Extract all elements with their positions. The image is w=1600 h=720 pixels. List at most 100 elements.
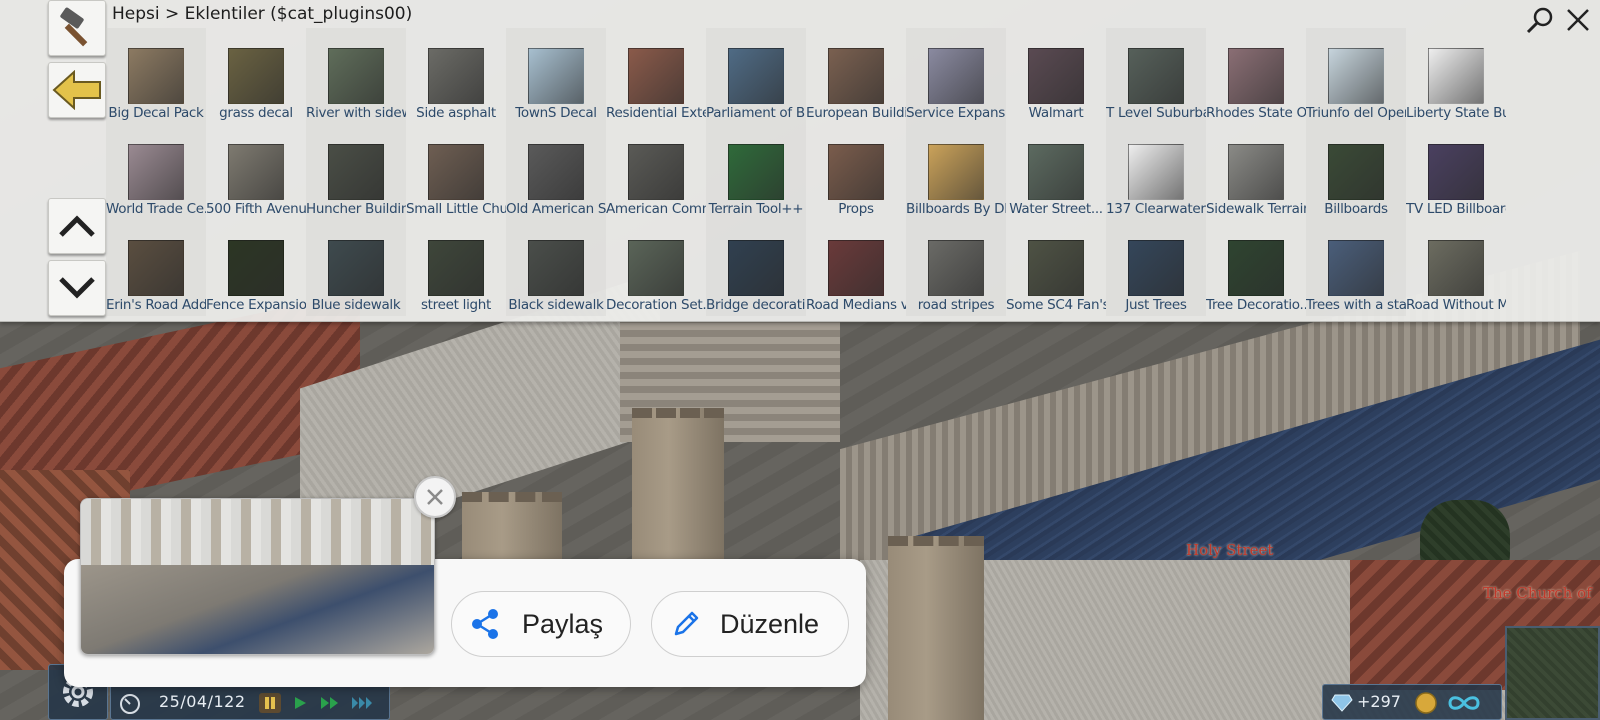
plugin-item[interactable]: European Buildi... <box>806 28 906 124</box>
search-button[interactable] <box>1524 4 1556 36</box>
plugin-thumbnail <box>928 240 984 296</box>
plugin-item[interactable]: Rhodes State Of... <box>1206 28 1306 124</box>
plugin-item[interactable]: street light <box>406 220 506 316</box>
plugin-item[interactable]: Old American Sc... <box>506 124 606 220</box>
plugin-item[interactable]: Trees with a sta... <box>1306 220 1406 316</box>
scroll-down-button[interactable] <box>48 260 106 316</box>
plugin-item[interactable]: road stripes <box>906 220 1006 316</box>
plugin-thumbnail <box>728 48 784 104</box>
plugin-label: Small Little Chur... <box>406 201 506 217</box>
pause-button[interactable] <box>259 693 281 713</box>
plugin-item[interactable]: Bridge decorati... <box>706 220 806 316</box>
plugin-thumbnail <box>328 144 384 200</box>
plugin-item[interactable]: 137 Clearwater S... <box>1106 124 1206 220</box>
plugin-thumbnail <box>1028 240 1084 296</box>
plugin-item[interactable]: Some SC4 Fan's... <box>1006 220 1106 316</box>
plugin-thumbnail <box>928 48 984 104</box>
preview-panel-area <box>81 499 434 565</box>
share-button[interactable]: Paylaş <box>451 591 631 657</box>
plugin-item[interactable]: Fence Expansio... <box>206 220 306 316</box>
edit-button[interactable]: Düzenle <box>651 591 849 657</box>
plugin-row: Big Decal Pack grass decal River with side… <box>106 28 1506 124</box>
plugin-item[interactable]: Big Decal Pack <box>106 28 206 124</box>
plugin-thumbnail <box>1028 144 1084 200</box>
plugin-item[interactable]: Liberty State Bu... <box>1406 28 1506 124</box>
share-button-label: Paylaş <box>522 608 604 639</box>
plugin-item[interactable]: T Level Suburba... <box>1106 28 1206 124</box>
share-icon <box>472 609 498 639</box>
plugin-thumbnail <box>1228 240 1284 296</box>
plugin-item[interactable]: TownS Decal <box>506 28 606 124</box>
game-date: 25/04/122 <box>159 692 246 711</box>
plugin-item[interactable]: 500 Fifth Avenue <box>206 124 306 220</box>
plugin-item[interactable]: grass decal <box>206 28 306 124</box>
plugin-item[interactable]: Erin's Road Addi... <box>106 220 206 316</box>
plugin-item[interactable]: Walmart <box>1006 28 1106 124</box>
plugin-item[interactable]: Just Trees <box>1106 220 1206 316</box>
plugin-item[interactable]: Residential Exte... <box>606 28 706 124</box>
plugin-label: Triunfo del Oper... <box>1306 105 1406 121</box>
plugin-label: Liberty State Bu... <box>1406 105 1506 121</box>
plugin-item[interactable]: Service Expansi... <box>906 28 1006 124</box>
plugin-item[interactable]: Decoration Set... <box>606 220 706 316</box>
plugin-item[interactable]: River with sidew... <box>306 28 406 124</box>
plugin-item[interactable]: American Comm... <box>606 124 706 220</box>
scroll-up-button[interactable] <box>48 198 106 254</box>
plugin-thumbnail <box>928 144 984 200</box>
plugin-label: Billboards <box>1324 201 1388 217</box>
plugin-item[interactable]: Side asphalt <box>406 28 506 124</box>
plugin-item[interactable]: Road Without M... <box>1406 220 1506 316</box>
close-panel-button[interactable] <box>1562 4 1594 36</box>
plugin-item[interactable]: Black sidewalk <box>506 220 606 316</box>
plugin-label: T Level Suburba... <box>1106 105 1206 121</box>
plugin-thumbnail <box>128 144 184 200</box>
back-button[interactable] <box>48 62 106 118</box>
plugin-item[interactable]: Tree Decoratio... <box>1206 220 1306 316</box>
plugin-label: Service Expansi... <box>906 105 1006 121</box>
close-icon <box>1567 9 1589 31</box>
plugin-thumbnail <box>128 48 184 104</box>
minimap[interactable] <box>1505 626 1600 720</box>
preview-close-button[interactable] <box>414 476 456 518</box>
plugin-thumbnail <box>728 240 784 296</box>
plugin-item[interactable]: Huncher Building <box>306 124 406 220</box>
plugin-item[interactable]: TV LED Billboard <box>1406 124 1506 220</box>
plugin-label: Residential Exte... <box>606 105 706 121</box>
fast-forward-button[interactable] <box>319 693 341 713</box>
plugin-thumbnail <box>328 240 384 296</box>
plugin-item[interactable]: Small Little Chur... <box>406 124 506 220</box>
plugin-thumbnail <box>328 48 384 104</box>
plugin-item[interactable]: Terrain Tool++ <box>706 124 806 220</box>
diamond-icon <box>1331 694 1353 712</box>
plugin-label: TownS Decal <box>515 105 597 121</box>
plugin-item[interactable]: Triunfo del Oper... <box>1306 28 1406 124</box>
plugin-thumbnail <box>728 144 784 200</box>
plugin-item[interactable]: Billboards <box>1306 124 1406 220</box>
play-button[interactable] <box>289 693 311 713</box>
plugin-label: European Buildi... <box>806 105 906 121</box>
plugin-label: Decoration Set... <box>606 297 706 313</box>
plugin-item[interactable]: Blue sidewalk <box>306 220 406 316</box>
plugin-label: 137 Clearwater S... <box>1106 201 1206 217</box>
plugin-item[interactable]: Road Medians v2 <box>806 220 906 316</box>
map-tower <box>888 536 984 720</box>
build-tool-button[interactable] <box>48 0 106 56</box>
fastest-button[interactable] <box>351 693 373 713</box>
plugin-item[interactable]: Sidewalk Terrains <box>1206 124 1306 220</box>
infinity-icon <box>1448 696 1480 710</box>
plugin-item[interactable]: Parliament of B... <box>706 28 806 124</box>
plugin-item[interactable]: Props <box>806 124 906 220</box>
plugin-thumbnail <box>228 144 284 200</box>
plugin-label: World Trade Ce... <box>106 201 206 217</box>
plugin-label: Side asphalt <box>416 105 496 121</box>
preview-map-area <box>81 565 434 654</box>
breadcrumb: Hepsi > Eklentiler ($cat_plugins00) <box>112 4 413 24</box>
plugin-item[interactable]: World Trade Ce... <box>106 124 206 220</box>
currency-bar: +297 <box>1322 684 1502 720</box>
plugin-item[interactable]: Water Street... <box>1006 124 1106 220</box>
plugin-label: Trees with a sta... <box>1306 297 1406 313</box>
screenshot-preview[interactable] <box>80 498 435 655</box>
plugin-label: Billboards By DM55 <box>906 201 1006 217</box>
plugin-item[interactable]: Billboards By DM55 <box>906 124 1006 220</box>
plugin-label: Rhodes State Of... <box>1206 105 1306 121</box>
